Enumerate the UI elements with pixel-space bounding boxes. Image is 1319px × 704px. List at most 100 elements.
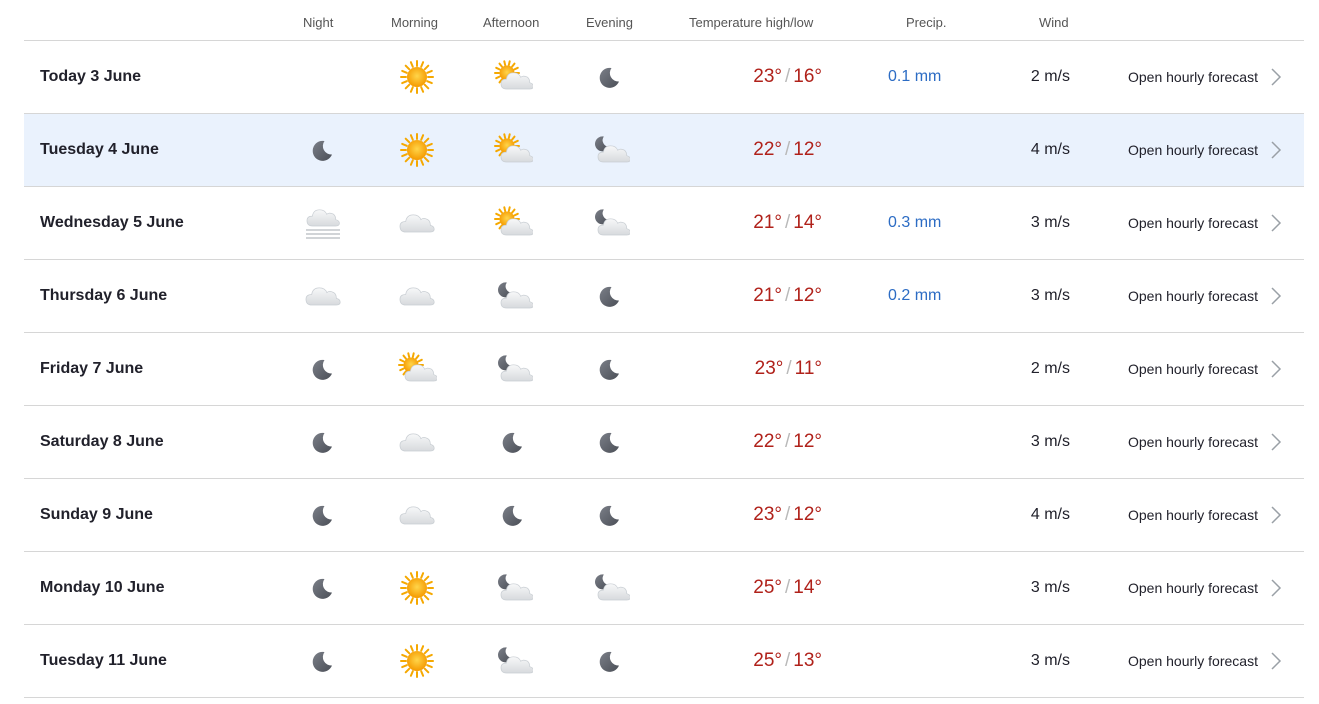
chevron-right-icon[interactable]	[1270, 651, 1282, 671]
temperature-high-low: 21°/12°	[753, 285, 822, 307]
temperature-high: 23°	[754, 358, 784, 379]
temperature-high-low: 23°/11°	[755, 358, 822, 380]
wind-value: 2 m/s	[1030, 360, 1070, 377]
forecast-row[interactable]: Saturday 8 June 22°/12° 3 m/s Open hourly …	[24, 406, 1304, 479]
wind-value: 3 m/s	[1030, 214, 1070, 231]
header-afternoon: Afternoon	[483, 15, 540, 30]
temperature-low: 12°	[793, 431, 822, 452]
temperature-high: 23°	[753, 504, 782, 525]
moon-icon	[590, 59, 630, 95]
precipitation-value: 0.3 mm	[888, 214, 942, 231]
day-label: Sunday 9 June	[40, 506, 153, 523]
day-label: Saturday 8 June	[40, 433, 164, 450]
header-wind: Wind	[1039, 15, 1069, 30]
open-hourly-forecast-link[interactable]: Open hourly forecast	[1128, 434, 1258, 450]
chevron-right-icon[interactable]	[1270, 505, 1282, 525]
temperature-high-low: 25°/14°	[753, 577, 822, 599]
temperature-low: 16°	[793, 66, 822, 87]
partly-cloudy-night-icon	[590, 570, 630, 606]
fog-icon	[303, 205, 343, 241]
moon-icon	[303, 351, 343, 387]
temperature-high-low: 22°/12°	[753, 431, 822, 453]
header-precipitation: Precip.	[906, 15, 947, 30]
moon-icon	[303, 424, 343, 460]
moon-icon	[493, 424, 533, 460]
header-night: Night	[303, 15, 334, 30]
temperature-separator: /	[784, 285, 791, 306]
temperature-high: 22°	[753, 431, 782, 452]
temperature-high-low: 21°/14°	[753, 212, 822, 234]
temperature-separator: /	[784, 431, 791, 452]
chevron-right-icon[interactable]	[1270, 286, 1282, 306]
chevron-right-icon[interactable]	[1270, 67, 1282, 87]
partly-cloudy-night-icon	[493, 351, 533, 387]
moon-icon	[590, 278, 630, 314]
partly-cloudy-day-icon	[397, 351, 437, 387]
partly-cloudy-night-icon	[493, 643, 533, 679]
table-header: Night Morning Afternoon Evening Temperat…	[24, 0, 1304, 41]
temperature-high: 21°	[753, 212, 782, 233]
temperature-separator: /	[784, 504, 791, 525]
day-label: Today 3 June	[40, 68, 142, 85]
partly-cloudy-day-icon	[493, 59, 533, 95]
open-hourly-forecast-link[interactable]: Open hourly forecast	[1128, 69, 1258, 85]
partly-cloudy-night-icon	[493, 570, 533, 606]
chevron-right-icon[interactable]	[1270, 432, 1282, 452]
forecast-row[interactable]: Sunday 9 June 23°/12° 4 m/s Open hourly fo…	[24, 479, 1304, 552]
forecast-row[interactable]: Friday 7 June 23°/11° 2 m/s Open hourly fo…	[24, 333, 1304, 406]
day-label: Friday 7 June	[40, 360, 144, 377]
open-hourly-forecast-link[interactable]: Open hourly forecast	[1128, 507, 1258, 523]
sun-icon	[397, 643, 437, 679]
chevron-right-icon[interactable]	[1270, 140, 1282, 160]
forecast-row[interactable]: Tuesday 4 June 22°/12° 4 m/s Open hourly f…	[24, 114, 1304, 187]
forecast-row[interactable]: Tuesday 11 June 25°/13° 3 m/s Open hourly …	[24, 625, 1304, 698]
temperature-low: 14°	[793, 577, 822, 598]
temperature-high-low: 23°/16°	[753, 66, 822, 88]
moon-icon	[303, 132, 343, 168]
chevron-right-icon[interactable]	[1270, 578, 1282, 598]
wind-value: 3 m/s	[1030, 287, 1070, 304]
moon-icon	[590, 643, 630, 679]
forecast-row[interactable]: Wednesday 5 June 21°/14° 0.3 mm 3 m/s Open …	[24, 187, 1304, 260]
temperature-separator: /	[784, 66, 791, 87]
day-label: Tuesday 4 June	[40, 141, 159, 158]
header-evening: Evening	[586, 15, 633, 30]
wind-value: 4 m/s	[1030, 506, 1070, 523]
temperature-high-low: 23°/12°	[753, 504, 822, 526]
cloud-icon	[303, 278, 343, 314]
forecast-row[interactable]: Thursday 6 June 21°/12° 0.2 mm 3 m/s Open h…	[24, 260, 1304, 333]
temperature-high: 25°	[753, 577, 782, 598]
partly-cloudy-day-icon	[493, 132, 533, 168]
temperature-high: 25°	[753, 650, 782, 671]
forecast-row[interactable]: Today 3 June 23°/16° 0.1 mm 2 m/s Open hour…	[24, 41, 1304, 114]
cloud-icon	[397, 424, 437, 460]
temperature-low: 12°	[793, 139, 822, 160]
day-label: Wednesday 5 June	[40, 214, 184, 231]
moon-icon	[493, 497, 533, 533]
open-hourly-forecast-link[interactable]: Open hourly forecast	[1128, 142, 1258, 158]
open-hourly-forecast-link[interactable]: Open hourly forecast	[1128, 361, 1258, 377]
temperature-high: 23°	[753, 66, 782, 87]
open-hourly-forecast-link[interactable]: Open hourly forecast	[1128, 580, 1258, 596]
wind-value: 3 m/s	[1030, 433, 1070, 450]
temperature-high: 21°	[753, 285, 782, 306]
chevron-right-icon[interactable]	[1270, 213, 1282, 233]
forecast-row[interactable]: Monday 10 June 25°/14° 3 m/s Open hourly f…	[24, 552, 1304, 625]
temperature-separator: /	[784, 650, 791, 671]
day-label: Thursday 6 June	[40, 287, 168, 304]
chevron-right-icon[interactable]	[1270, 359, 1282, 379]
partly-cloudy-night-icon	[590, 132, 630, 168]
temperature-low: 12°	[793, 504, 822, 525]
partly-cloudy-night-icon	[493, 278, 533, 314]
open-hourly-forecast-link[interactable]: Open hourly forecast	[1128, 215, 1258, 231]
cloud-icon	[397, 205, 437, 241]
moon-icon	[590, 424, 630, 460]
temperature-separator: /	[786, 358, 792, 379]
forecast-table: Night Morning Afternoon Evening Temperat…	[24, 0, 1304, 698]
wind-value: 4 m/s	[1030, 141, 1070, 158]
open-hourly-forecast-link[interactable]: Open hourly forecast	[1128, 653, 1258, 669]
cloud-icon	[397, 278, 437, 314]
open-hourly-forecast-link[interactable]: Open hourly forecast	[1128, 288, 1258, 304]
moon-icon	[590, 351, 630, 387]
partly-cloudy-night-icon	[590, 205, 630, 241]
